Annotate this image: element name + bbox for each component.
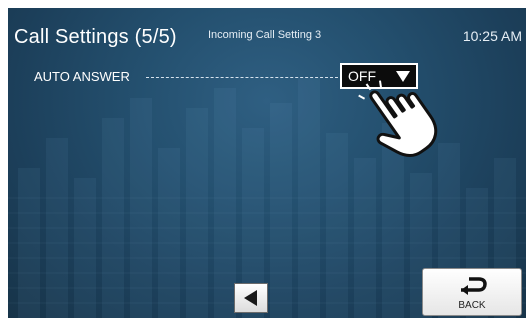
clock: 10:25 AM [462, 28, 522, 44]
prev-page-button[interactable] [234, 283, 268, 313]
triangle-left-icon [244, 290, 257, 306]
auto-answer-label: AUTO ANSWER [34, 69, 130, 84]
pointing-hand-icon [358, 80, 438, 158]
page-title: Call Settings (5/5) [14, 26, 177, 48]
screen: Call Settings (5/5) Incoming Call Settin… [8, 8, 526, 318]
back-button[interactable]: BACK [422, 268, 522, 316]
return-arrow-icon [461, 277, 487, 295]
back-label: BACK [458, 300, 486, 311]
page-subtitle: Incoming Call Setting 3 [208, 29, 322, 41]
dotted-leader [146, 77, 338, 78]
